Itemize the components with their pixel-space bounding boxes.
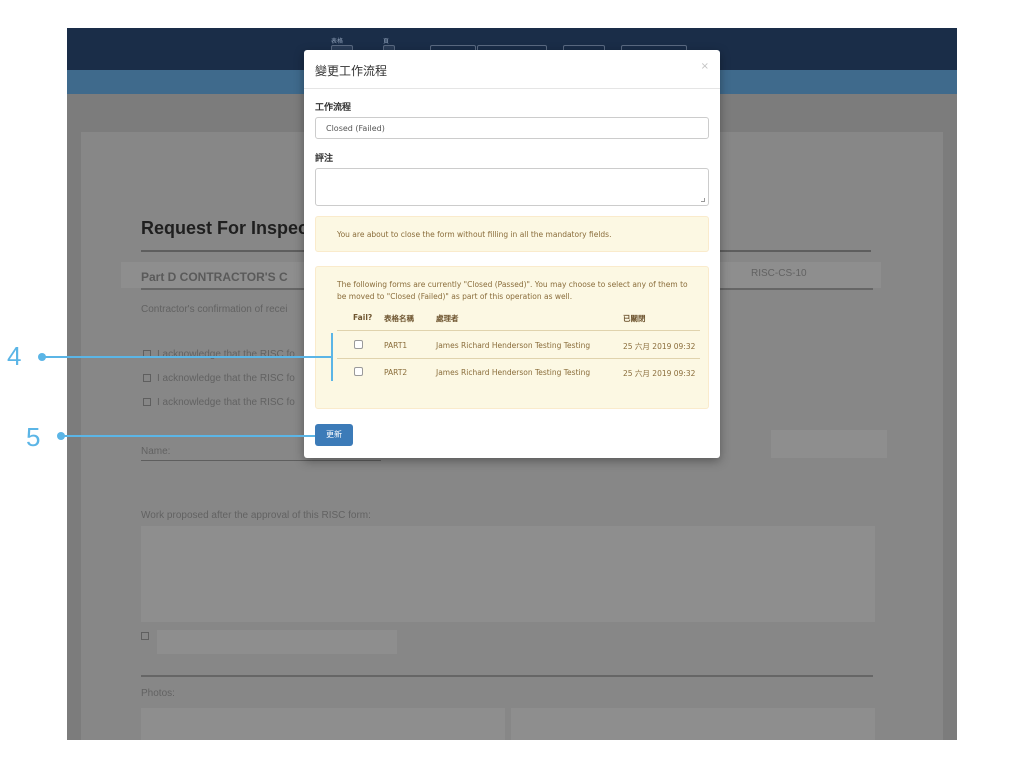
confirmation-text: Contractor's confirmation of recei (141, 304, 288, 315)
mandatory-warning: You are about to close the form without … (315, 216, 709, 252)
photos-label: Photos: (141, 688, 175, 699)
work-proposed-label: Work proposed after the approval of this… (141, 510, 371, 521)
topbar-label-form: 表格 (331, 38, 344, 45)
row2-closed: 25 六月 2019 09:32 (623, 369, 696, 378)
ack-text-3: I acknowledge that the RISC fo (157, 397, 295, 408)
topbar-label-page: 頁 (383, 38, 390, 45)
col-closed: 已關閉 (623, 314, 646, 323)
workflow-select[interactable]: Closed (Failed) (315, 117, 709, 139)
ack-checkbox-2[interactable] (143, 374, 151, 382)
row2-handler: James Richard Henderson Testing Testing (436, 368, 591, 377)
row1-closed: 25 六月 2019 09:32 (623, 342, 696, 351)
fail-checkbox-part1[interactable] (354, 340, 363, 349)
modal-header: 變更工作流程 × (304, 50, 720, 89)
callout-4-label: 4 (7, 341, 22, 371)
form-code: RISC-CS-10 (751, 268, 807, 279)
callout-4-bracket (331, 333, 333, 381)
update-button[interactable]: 更新 (315, 424, 353, 446)
col-fail: Fail? (353, 313, 373, 322)
form-title: Request For Inspect (141, 218, 315, 238)
ack-text-1: I acknowledge that the RISC fo (157, 349, 295, 360)
remarks-textarea[interactable] (315, 168, 709, 206)
change-workflow-modal: 變更工作流程 × 工作流程 Closed (Failed) 評注 You are… (304, 50, 720, 458)
col-handler: 處理者 (436, 314, 459, 323)
extra-field[interactable] (157, 630, 397, 654)
photos-rule (141, 675, 873, 677)
closed-forms-note: The following forms are currently "Close… (337, 280, 688, 301)
fail-checkbox-part2[interactable] (354, 367, 363, 376)
section-heading: Part D CONTRACTOR'S C (141, 270, 288, 284)
ack-text-2: I acknowledge that the RISC fo (157, 373, 295, 384)
photo-slot-1[interactable] (141, 708, 505, 740)
table-row-rule (337, 358, 700, 359)
row2-form: PART2 (384, 368, 408, 377)
callout-5-label: 5 (26, 422, 41, 452)
name-underline (141, 460, 381, 461)
resize-grip-icon[interactable] (701, 198, 705, 202)
callout-4-line (44, 356, 332, 358)
callout-5-line (63, 435, 315, 437)
mandatory-warning-text: You are about to close the form without … (337, 230, 612, 239)
close-icon[interactable]: × (701, 61, 709, 72)
photo-slot-2[interactable] (511, 708, 875, 740)
row1-handler: James Richard Henderson Testing Testing (436, 341, 591, 350)
ack-checkbox-3[interactable] (143, 398, 151, 406)
workflow-label: 工作流程 (315, 103, 352, 113)
modal-title: 變更工作流程 (315, 64, 388, 78)
name-label: Name: (141, 446, 171, 457)
closed-forms-panel: The following forms are currently "Close… (315, 266, 709, 409)
col-form-name: 表格名稱 (384, 314, 414, 323)
work-proposed-textarea[interactable] (141, 526, 875, 622)
extra-checkbox[interactable] (141, 632, 149, 640)
row1-form: PART1 (384, 341, 408, 350)
table-header-rule (337, 330, 700, 331)
name-field-right[interactable] (771, 430, 887, 458)
remarks-label: 評注 (315, 154, 334, 164)
